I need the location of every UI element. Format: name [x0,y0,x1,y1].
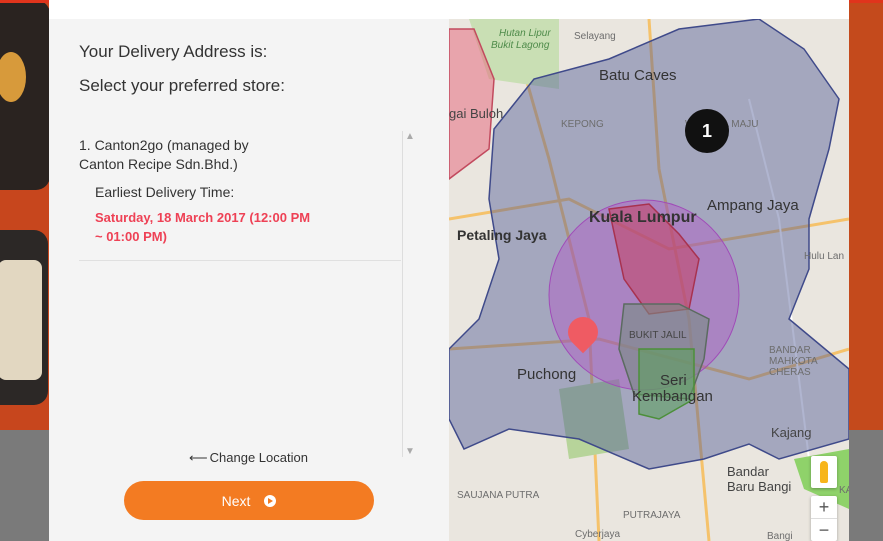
map-label-petaling-jaya: Petaling Jaya [457,227,547,243]
food-image-bottom [0,230,48,405]
map-label-bangi: Bangi [767,531,793,541]
change-location-link[interactable]: ⟵ Change Location [189,450,308,466]
map-zoom-control: + − [811,496,837,541]
select-store-heading: Select your preferred store: [79,76,285,95]
delivery-address-heading: Your Delivery Address is: [79,42,268,61]
food-image-top [0,0,50,190]
store-list-panel: Your Delivery Address is: Select your pr… [49,19,449,541]
next-button[interactable]: Next [124,481,374,520]
map-label-kajang-right: KAJANG [839,485,849,496]
store-cluster-marker[interactable]: 1 [685,109,729,153]
store-list-scrollbar[interactable]: ▲ ▼ [402,131,417,457]
map-label-sungai-buloh: gai Buloh [449,106,504,121]
map-label-puchong: Puchong [517,366,577,383]
arrow-left-icon: ⟵ [189,450,208,465]
store-name: 1. Canton2go (managed by Canton Recipe S… [79,137,249,172]
store-list: 1. Canton2go (managed by Canton Recipe S… [79,131,401,457]
map-label-kepong: KEPONG [561,119,604,130]
delivery-time-label: Earliest Delivery Time: [95,184,235,200]
scroll-up-icon[interactable]: ▲ [405,131,415,142]
scroll-down-icon[interactable]: ▼ [405,446,415,457]
rice-image [0,260,42,380]
street-view-pegman-icon[interactable] [811,456,837,488]
map-label-seri: Seri [660,372,687,389]
store-map[interactable]: Hutan Lipur Bukit Lagong Selayang Batu C… [449,19,849,541]
zoom-in-button[interactable]: + [811,496,837,518]
map-label-kajang: Kajang [771,425,812,440]
next-label: Next [221,492,251,509]
modal-top-strip [49,0,849,19]
map-label-hutan: Hutan Lipur [499,28,551,39]
map-label-ampang-jaya: Ampang Jaya [707,197,799,214]
arrow-right-icon [264,494,277,507]
map-label-putrajaya: PUTRAJAYA [623,510,681,521]
map-label-cyberjaya: Cyberjaya [575,529,621,540]
map-label-batu-caves: Batu Caves [599,67,677,84]
map-label-saujana-putra: SAUJANA PUTRA [457,490,540,501]
map-label-kembangan: Kembangan [632,388,713,405]
map-label-bukit-lagong: Bukit Lagong [491,40,550,51]
map-label-bandar-baru-bangi: Bandar Baru Bangi [727,464,792,494]
map-label-bukit-jalil: BUKIT JALIL [629,330,687,341]
map-label-selayang: Selayang [574,31,616,42]
zoom-out-button[interactable]: − [811,519,837,541]
map-label-hulu-lang: Hulu Lan [804,251,845,262]
map-canvas [449,19,849,541]
store-selection-modal: Your Delivery Address is: Select your pr… [49,0,849,541]
store-item[interactable]: 1. Canton2go (managed by Canton Recipe S… [79,131,401,261]
background-banner-left [0,0,50,430]
background-banner-right [849,0,883,430]
map-label-kuala-lumpur: Kuala Lumpur [589,209,697,226]
lemon-slice [0,52,26,102]
delivery-time-value: Saturday, 18 March 2017 (12:00 PM ~ 01:0… [95,210,311,244]
change-location-label: Change Location [209,450,308,465]
pegman-figure [820,461,828,483]
map-label-bandar-mahkota: BANDAR MAHKOTA CHERAS [769,345,818,378]
